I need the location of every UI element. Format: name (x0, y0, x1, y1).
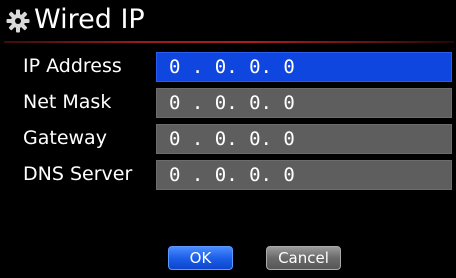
dns-server-label: DNS Server (23, 163, 133, 185)
net-mask-label: Net Mask (23, 91, 112, 113)
ip-address-field[interactable]: 0 . 0. 0. 0 (156, 52, 452, 82)
gear-icon (6, 9, 30, 33)
ip-address-label: IP Address (23, 55, 122, 77)
cancel-button[interactable]: Cancel (266, 246, 341, 270)
gateway-label: Gateway (23, 127, 107, 149)
dns-server-field[interactable]: 0 . 0. 0. 0 (156, 160, 452, 190)
gateway-field[interactable]: 0 . 0. 0. 0 (156, 124, 452, 154)
page-title: Wired IP (34, 4, 145, 35)
net-mask-field[interactable]: 0 . 0. 0. 0 (156, 88, 452, 118)
title-divider (4, 41, 454, 43)
wired-ip-dialog: Wired IP IP Address 0 . 0. 0. 0 Net Mask… (0, 0, 456, 278)
title-bar: Wired IP (0, 0, 456, 43)
ok-button[interactable]: OK (168, 246, 233, 270)
